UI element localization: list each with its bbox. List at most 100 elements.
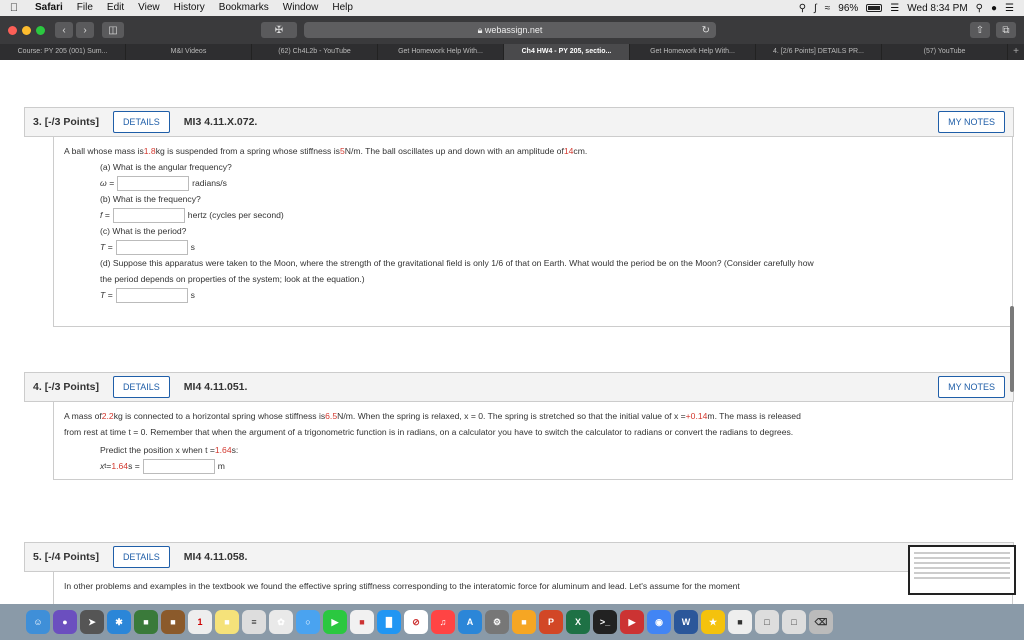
part-a-question: (a) What is the angular frequency?	[100, 161, 232, 172]
question-number: 3. [-/3 Points]	[33, 116, 99, 128]
part-b-question: (b) What is the frequency?	[100, 193, 201, 204]
details-button[interactable]: DETAILS	[112, 111, 170, 133]
terminal-icon[interactable]: >_	[593, 610, 617, 634]
new-tab-button[interactable]: +	[1008, 44, 1024, 60]
sidebar-icon[interactable]: ◫	[102, 22, 124, 38]
zoom-window-button[interactable]	[36, 25, 45, 35]
siri-icon[interactable]: ●	[991, 3, 997, 14]
launchpad-icon[interactable]: ➤	[80, 610, 104, 634]
facetime-icon[interactable]: ▶	[323, 610, 347, 634]
trash-icon[interactable]: ⌫	[809, 610, 833, 634]
tab-homework-help-2[interactable]: Get Homework Help With...	[630, 44, 756, 60]
my-notes-button[interactable]: MY NOTES	[938, 376, 1005, 398]
position-input[interactable]	[142, 458, 215, 474]
address-bar[interactable]: 🔒︎ webassign.net ↻	[304, 22, 716, 38]
frequency-input[interactable]	[112, 207, 185, 223]
question-text: In other problems and examples in the te…	[64, 580, 740, 591]
system-preferences-icon[interactable]: ⚙	[485, 610, 509, 634]
question-3-header: 3. [-/3 Points] DETAILS MI3 4.11.X.072. …	[24, 107, 1014, 137]
page-content: 3. [-/3 Points] DETAILS MI3 4.11.X.072. …	[0, 60, 1016, 604]
tabs-overview-icon[interactable]: ⧉	[996, 22, 1016, 38]
search-icon[interactable]: ⚲	[976, 3, 983, 14]
period-input[interactable]	[115, 239, 188, 255]
tab-youtube-ch4l2b[interactable]: (62) Ch4L2b - YouTube	[252, 44, 378, 60]
spotlight-icon[interactable]: ⚲	[799, 3, 806, 14]
part-d-answer-row: T = s	[100, 287, 1002, 303]
omega-input[interactable]	[117, 175, 190, 191]
bluetooth-icon[interactable]: ∫	[814, 3, 817, 14]
menu-view[interactable]: View	[131, 0, 167, 16]
details-button[interactable]: DETAILS	[112, 546, 170, 568]
keynote-icon[interactable]: ■	[512, 610, 536, 634]
menu-help[interactable]: Help	[325, 0, 360, 16]
word-icon[interactable]: W	[674, 610, 698, 634]
norton-icon[interactable]: ★	[701, 610, 725, 634]
battery-percent[interactable]: 96%	[838, 3, 858, 14]
question-text-1: A mass of 2.2 kg is connected to a horiz…	[64, 410, 801, 421]
apple-icon[interactable]: 	[0, 2, 28, 14]
flag-icon[interactable]: ☰	[890, 3, 899, 14]
news-icon[interactable]: ■	[350, 610, 374, 634]
menu-edit[interactable]: Edit	[100, 0, 131, 16]
clock[interactable]: Wed 8:34 PM	[907, 3, 967, 14]
app-store-icon[interactable]: A	[458, 610, 482, 634]
tab-mi-videos[interactable]: M&I Videos	[126, 44, 252, 60]
menu-bookmarks[interactable]: Bookmarks	[212, 0, 276, 16]
share-icon[interactable]: ⇧	[970, 22, 990, 38]
scrollbar[interactable]	[1010, 306, 1014, 392]
chrome-icon[interactable]: ◉	[647, 610, 671, 634]
pdf-icon[interactable]: ▶	[620, 610, 644, 634]
close-window-button[interactable]	[8, 25, 17, 35]
tab-youtube[interactable]: (57) YouTube	[882, 44, 1008, 60]
notes-icon[interactable]: ■	[215, 610, 239, 634]
moon-period-input[interactable]	[115, 287, 188, 303]
powerpoint-icon[interactable]: P	[539, 610, 563, 634]
part-c-answer-row: T = s	[100, 239, 1002, 255]
tab-bar: Course: PY 205 (001) Sum... M&I Videos (…	[0, 44, 1024, 60]
part-b-answer-row: f = hertz (cycles per second)	[100, 207, 1002, 223]
url-text: webassign.net	[484, 25, 543, 35]
wifi-icon[interactable]: ≈	[825, 3, 831, 14]
finder-icon[interactable]: ☺	[26, 610, 50, 634]
photos-icon[interactable]: ✿	[269, 610, 293, 634]
pocket-icon[interactable]: ✠	[261, 22, 297, 38]
tab-ch4-hw4[interactable]: Ch4 HW4 - PY 205, sectio...	[504, 44, 630, 60]
document-icon[interactable]: □	[755, 610, 779, 634]
calendar-icon[interactable]: 1	[188, 610, 212, 634]
forward-button[interactable]: ›	[76, 22, 94, 38]
excel-icon[interactable]: X	[566, 610, 590, 634]
menu-history[interactable]: History	[167, 0, 212, 16]
tab-homework-help-1[interactable]: Get Homework Help With...	[378, 44, 504, 60]
details-button[interactable]: DETAILS	[112, 376, 170, 398]
safari-icon[interactable]: ✱	[107, 610, 131, 634]
tab-details[interactable]: 4. [2/6 Points] DETAILS PR...	[756, 44, 882, 60]
menu-window[interactable]: Window	[276, 0, 326, 16]
menu-bar:  Safari File Edit View History Bookmark…	[0, 0, 1024, 16]
reminders-icon[interactable]: ≡	[242, 610, 266, 634]
my-notes-button[interactable]: MY NOTES	[938, 111, 1005, 133]
preview-icon[interactable]: □	[782, 610, 806, 634]
screenshot-thumbnail[interactable]	[908, 545, 1016, 595]
question-text-2: from rest at time t = 0. Remember that w…	[64, 426, 794, 437]
reload-icon[interactable]: ↻	[702, 25, 710, 36]
tab-course[interactable]: Course: PY 205 (001) Sum...	[0, 44, 126, 60]
menu-file[interactable]: File	[70, 0, 100, 16]
question-4-body: A mass of 2.2 kg is connected to a horiz…	[53, 402, 1013, 480]
part-c-question: (c) What is the period?	[100, 225, 187, 236]
question-3-body: A ball whose mass is 1.8 kg is suspended…	[53, 137, 1013, 327]
minimize-window-button[interactable]	[22, 25, 31, 35]
news-blocked-icon[interactable]: ⊘	[404, 610, 428, 634]
lock-icon: 🔒︎	[477, 24, 485, 35]
music-icon[interactable]: ♫	[431, 610, 455, 634]
menu-app[interactable]: Safari	[28, 0, 70, 16]
contacts-icon[interactable]: ■	[161, 610, 185, 634]
question-id: MI4 4.11.051.	[183, 381, 248, 393]
back-button[interactable]: ‹	[55, 22, 73, 38]
notification-icon[interactable]: ☰	[1005, 3, 1014, 14]
finder-folder-icon[interactable]: ■	[728, 610, 752, 634]
photos-app-icon[interactable]: ■	[134, 610, 158, 634]
messages-icon[interactable]: ○	[296, 610, 320, 634]
question-text: A ball whose mass is 1.8 kg is suspended…	[64, 145, 588, 156]
numbers-icon[interactable]: █	[377, 610, 401, 634]
siri-dock-icon[interactable]: ●	[53, 610, 77, 634]
